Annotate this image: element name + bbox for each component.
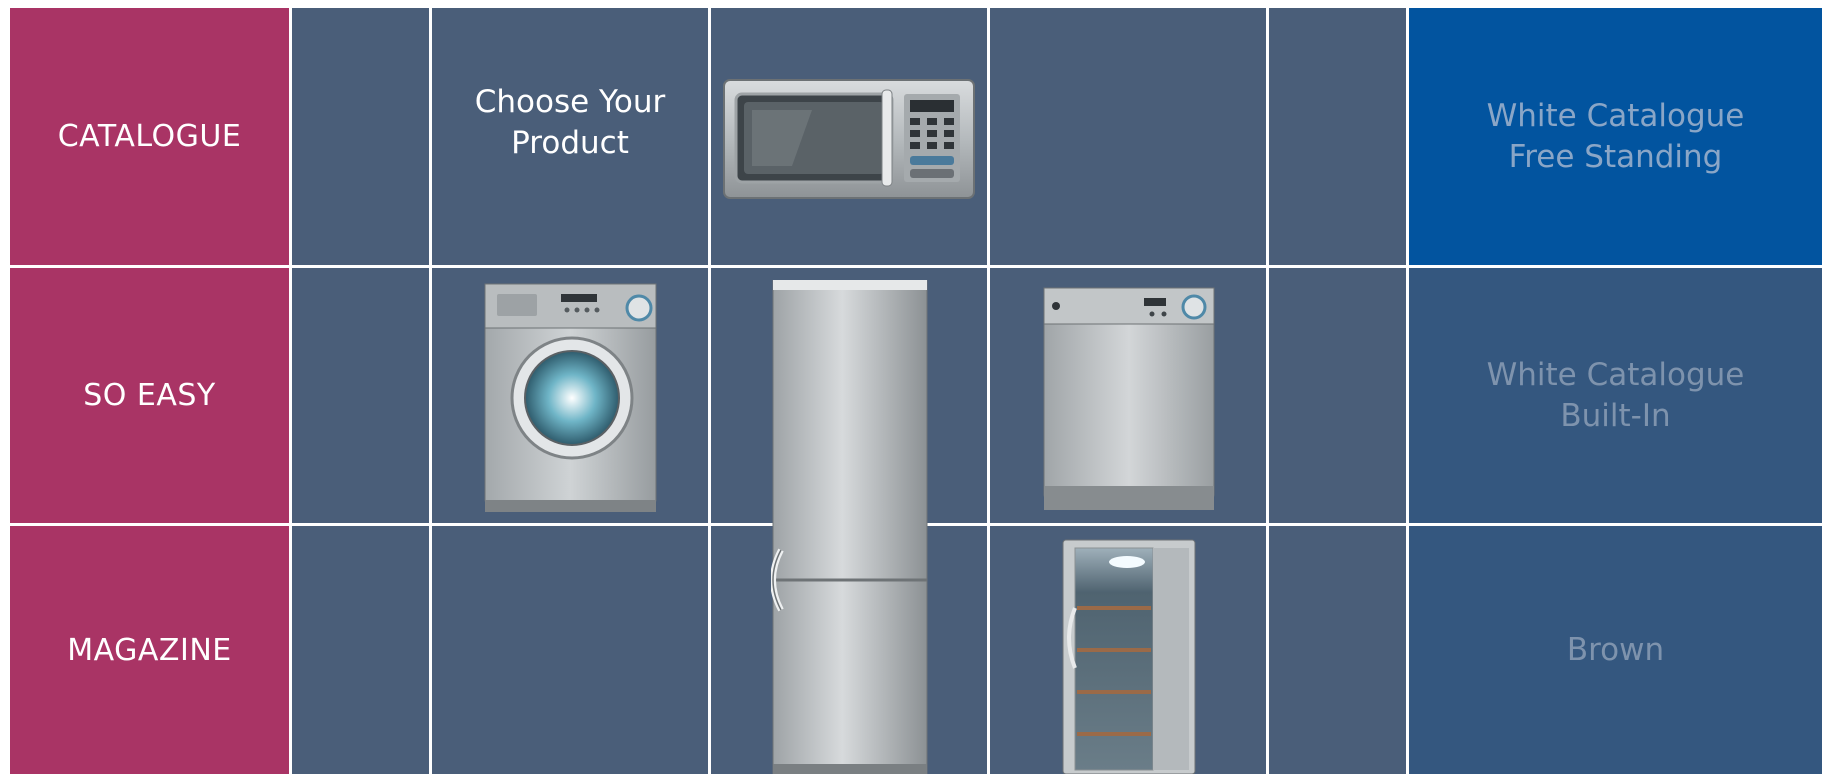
wine-cooler-image[interactable] xyxy=(1061,538,1197,774)
nav-magazine[interactable]: MAGAZINE xyxy=(10,526,289,774)
catalogue-built-in-line-1: White Catalogue xyxy=(1486,356,1745,393)
catalogue-built-in-line-2: Built-In xyxy=(1560,397,1671,434)
page-heading: Choose Your Product xyxy=(432,8,708,265)
catalogue-brown[interactable]: Brown xyxy=(1409,526,1822,774)
nav-catalogue[interactable]: CATALOGUE xyxy=(10,8,289,265)
nav-so-easy-label: SO EASY xyxy=(83,378,216,413)
nav-magazine-label: MAGAZINE xyxy=(67,632,232,668)
nav-catalogue-label: CATALOGUE xyxy=(57,119,242,154)
dishwasher-image[interactable] xyxy=(1042,286,1216,512)
grid-cell xyxy=(1269,268,1406,523)
grid-cell xyxy=(1269,8,1406,265)
heading-line-1: Choose Your xyxy=(474,84,666,120)
catalogue-built-in[interactable]: White Catalogue Built-In xyxy=(1409,268,1822,523)
catalogue-free-standing[interactable]: White Catalogue Free Standing xyxy=(1409,8,1822,265)
grid-cell xyxy=(432,526,708,774)
grid-cell xyxy=(1269,526,1406,774)
grid-cell xyxy=(292,526,429,774)
washing-machine-image[interactable] xyxy=(483,282,658,514)
grid-cell xyxy=(292,8,429,265)
fridge-freezer-image[interactable] xyxy=(771,280,929,774)
catalogue-brown-label: Brown xyxy=(1566,631,1665,668)
catalogue-free-standing-line-2: Free Standing xyxy=(1508,138,1723,175)
catalogue-free-standing-line-1: White Catalogue xyxy=(1486,97,1745,134)
grid-cell xyxy=(990,8,1266,265)
heading-line-2: Product xyxy=(511,125,629,161)
nav-so-easy[interactable]: SO EASY xyxy=(10,268,289,523)
grid-cell xyxy=(292,268,429,523)
microwave-image[interactable] xyxy=(722,76,978,204)
